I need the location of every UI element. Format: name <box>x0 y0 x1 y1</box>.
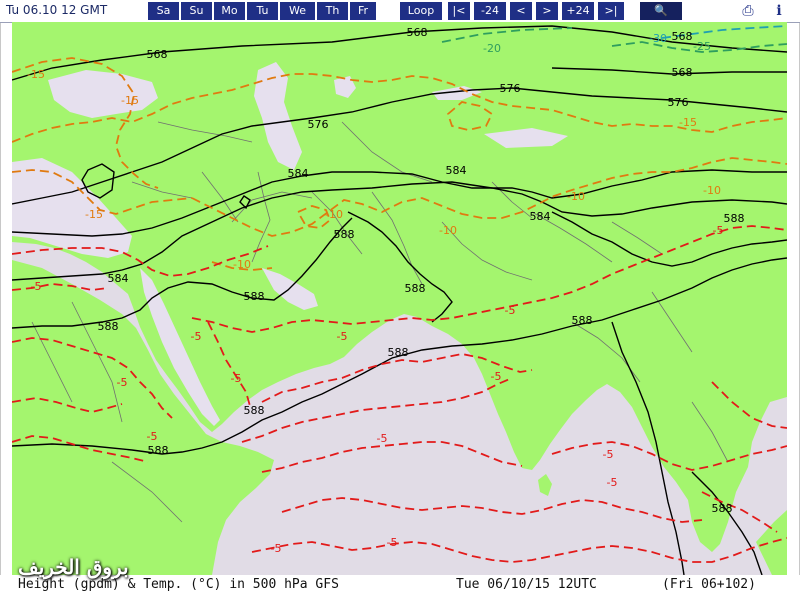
temperature-label: -5 <box>231 372 242 385</box>
temperature-label: -5 <box>191 330 202 343</box>
day-button-th[interactable]: Th <box>317 2 348 20</box>
map-canvas: 568 568 576 576 576 584 584 584 588 588 588 588 588 5… <box>12 22 787 575</box>
day-button-we[interactable]: We <box>280 2 315 20</box>
temperature-label: -5 <box>147 430 158 443</box>
loop-button[interactable]: Loop <box>400 2 442 20</box>
toolbar: Tu 06.10 12 GMT Sa Su Mo Tu We Th Fr Loo… <box>0 0 800 23</box>
height-label: 588 <box>712 502 733 515</box>
height-label: 584 <box>108 272 129 285</box>
date-label: Tu 06.10 12 GMT <box>6 3 108 17</box>
temperature-label: -5 <box>713 224 724 237</box>
temperature-label: -5 <box>377 432 388 445</box>
height-label: 568 <box>672 30 693 43</box>
zoom-icon[interactable]: 🔍 <box>640 2 682 20</box>
height-label: 588 <box>148 444 169 457</box>
footer: بروق الخريف Height (gpdm) & Temp. (°C) i… <box>0 555 800 600</box>
temperature-label: -5 <box>387 536 398 549</box>
temperature-label: -25 <box>693 40 711 53</box>
next-frame-button[interactable]: > <box>536 2 558 20</box>
temperature-label: -5 <box>603 448 614 461</box>
valid-time: (Fri 06+102) <box>662 577 756 592</box>
height-label: 588 <box>405 282 426 295</box>
weather-map[interactable]: 568 568 576 576 576 584 584 584 588 588 588 588 588 5… <box>12 22 787 575</box>
prev-frame-button[interactable]: < <box>510 2 532 20</box>
run-time: Tue 06/10/15 12UTC <box>456 577 597 592</box>
temperature-label: -5 <box>491 370 502 383</box>
height-label: 588 <box>572 314 593 327</box>
day-button-su[interactable]: Su <box>181 2 212 20</box>
height-label: 584 <box>530 210 551 223</box>
temperature-label: -30 <box>649 32 667 45</box>
temperature-label: -5 <box>31 280 42 293</box>
temperature-label: -10 <box>325 208 343 221</box>
height-label: 588 <box>388 346 409 359</box>
height-label: 588 <box>244 404 265 417</box>
height-label: 584 <box>288 167 309 180</box>
temperature-label: -15 <box>85 208 103 221</box>
height-label: 588 <box>724 212 745 225</box>
temperature-label: -15 <box>27 68 45 81</box>
height-label: 576 <box>308 118 329 131</box>
day-button-mo[interactable]: Mo <box>214 2 245 20</box>
height-label: 588 <box>98 320 119 333</box>
height-label: 588 <box>244 290 265 303</box>
temperature-label: -10 <box>439 224 457 237</box>
back-24h-button[interactable]: -24 <box>474 2 506 20</box>
height-label: 568 <box>672 66 693 79</box>
temperature-label: -10 <box>703 184 721 197</box>
day-button-sa[interactable]: Sa <box>148 2 179 20</box>
height-label: 568 <box>147 48 168 61</box>
height-label: 568 <box>407 26 428 39</box>
first-frame-button[interactable]: |< <box>448 2 470 20</box>
temperature-label: -15 <box>121 94 139 107</box>
temperature-label: -5 <box>271 542 282 555</box>
temperature-label: -5 <box>607 476 618 489</box>
temperature-label: -10 <box>567 190 585 203</box>
info-icon[interactable]: i <box>772 2 786 20</box>
height-label: 576 <box>668 96 689 109</box>
logo-watermark: بروق الخريف <box>18 555 129 579</box>
day-button-fr[interactable]: Fr <box>350 2 376 20</box>
map-caption: Height (gpdm) & Temp. (°C) in 500 hPa GF… <box>18 577 339 592</box>
last-frame-button[interactable]: >| <box>598 2 624 20</box>
temperature-label: -10 <box>233 258 251 271</box>
day-button-tu[interactable]: Tu <box>247 2 278 20</box>
temperature-label: -5 <box>117 376 128 389</box>
temperature-label: -15 <box>679 116 697 129</box>
temperature-label: -5 <box>337 330 348 343</box>
temperature-label: -20 <box>483 42 501 55</box>
height-label: 576 <box>500 82 521 95</box>
fwd-24h-button[interactable]: +24 <box>562 2 594 20</box>
temperature-label: -5 <box>505 304 516 317</box>
height-label: 588 <box>334 228 355 241</box>
height-label: 584 <box>446 164 467 177</box>
print-icon[interactable]: ⎙ <box>738 2 758 20</box>
